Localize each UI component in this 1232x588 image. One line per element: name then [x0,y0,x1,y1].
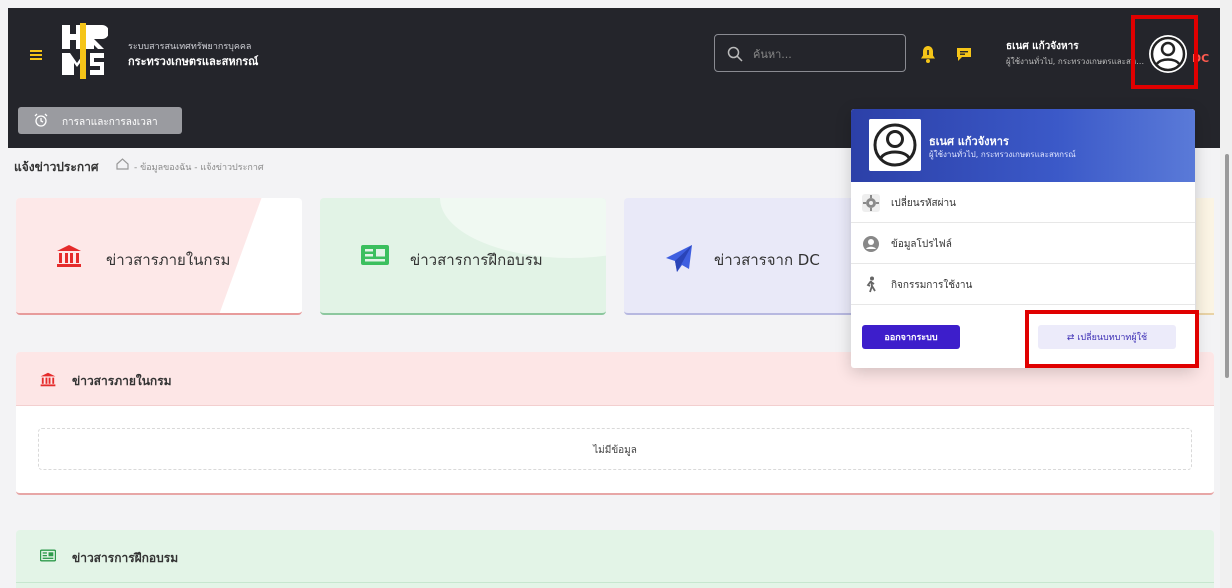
page-title: แจ้งข่าวประกาศ [14,160,99,174]
empty-state-text: ไม่มีข้อมูล [593,445,637,456]
user-avatar-icon [869,119,921,171]
top-header: ระบบสารสนเทศทรัพยากรบุคคล กระทรวงเกษตรแล… [8,8,1220,101]
scrollbar-thumb[interactable] [1225,154,1229,378]
search-box[interactable] [714,34,906,72]
highlight-box-switch-role [1025,310,1199,368]
header-user-name[interactable]: ธเนศ แก้วจังหาร [1006,39,1079,54]
dropdown-header: ธเนศ แก้วจังหาร ผู้ใช้งานทั่วไป, กระทรวง… [851,109,1195,182]
leave-attendance-label: การลาและการลงเวลา [62,117,158,128]
org-title: กระทรวงเกษตรและสหกรณ์ [128,55,259,68]
breadcrumb[interactable]: - ข้อมูลของฉัน - แจ้งข่าวประกาศ [134,160,264,174]
card-label: ข่าวสารภายในกรม [106,251,231,269]
org-subtitle: ระบบสารสนเทศทรัพยากรบุคคล [128,42,252,52]
training-news-panel: ข่าวสารการฝึกอบรม [16,530,1214,588]
card-label: ข่าวสารการฝึกอบรม [410,251,543,269]
panel-title: ข่าวสารภายในกรม [72,374,172,388]
card-partial[interactable] [1196,198,1214,315]
gear-icon [862,194,880,212]
card-label: ข่าวสารจาก DC [714,251,820,269]
hrms-logo [62,23,108,79]
menu-item-label: กิจกรรมการใช้งาน [891,280,973,291]
search-input[interactable] [753,44,898,64]
user-icon [863,236,879,252]
bank-icon [40,372,56,387]
empty-state: ไม่มีข้อมูล [38,428,1192,470]
menu-item-profile[interactable]: ข้อมูลโปรไฟล์ [851,223,1195,264]
search-icon [727,46,743,62]
header-user-role: ผู้ใช้งานทั่วไป, กระทรวงเกษตรและสหกรณ์ [1006,57,1146,66]
chat-icon[interactable] [956,46,972,62]
paper-plane-icon [666,245,692,272]
dropdown-user-role: ผู้ใช้งานทั่วไป, กระทรวงเกษตรและสหกรณ์ [929,150,1076,159]
alarm-clock-icon [34,113,48,127]
newspaper-icon [361,245,389,265]
card-training-news[interactable]: ข่าวสารการฝึกอบรม [320,198,606,315]
newspaper-icon [40,549,56,562]
menu-item-activity[interactable]: กิจกรรมการใช้งาน [851,264,1195,305]
bell-icon[interactable] [920,45,936,63]
menu-item-label: เปลี่ยนรหัสผ่าน [891,198,956,209]
menu-item-label: ข้อมูลโปรไฟล์ [891,239,952,250]
card-internal-news[interactable]: ข่าวสารภายในกรม [16,198,302,315]
logout-button[interactable]: ออกจากระบบ [862,325,960,349]
hamburger-menu-icon[interactable] [30,50,42,60]
home-icon[interactable] [116,158,129,170]
panel-title: ข่าวสารการฝึกอบรม [72,551,179,565]
walking-icon [866,276,876,293]
divider [16,582,1214,583]
internal-news-panel: ข่าวสารภายในกรม ไม่มีข้อมูล [16,352,1214,495]
leave-attendance-button[interactable]: การลาและการลงเวลา [18,107,182,134]
bank-icon [57,245,81,267]
highlight-box-avatar [1131,15,1198,89]
menu-item-change-password[interactable]: เปลี่ยนรหัสผ่าน [851,182,1195,223]
